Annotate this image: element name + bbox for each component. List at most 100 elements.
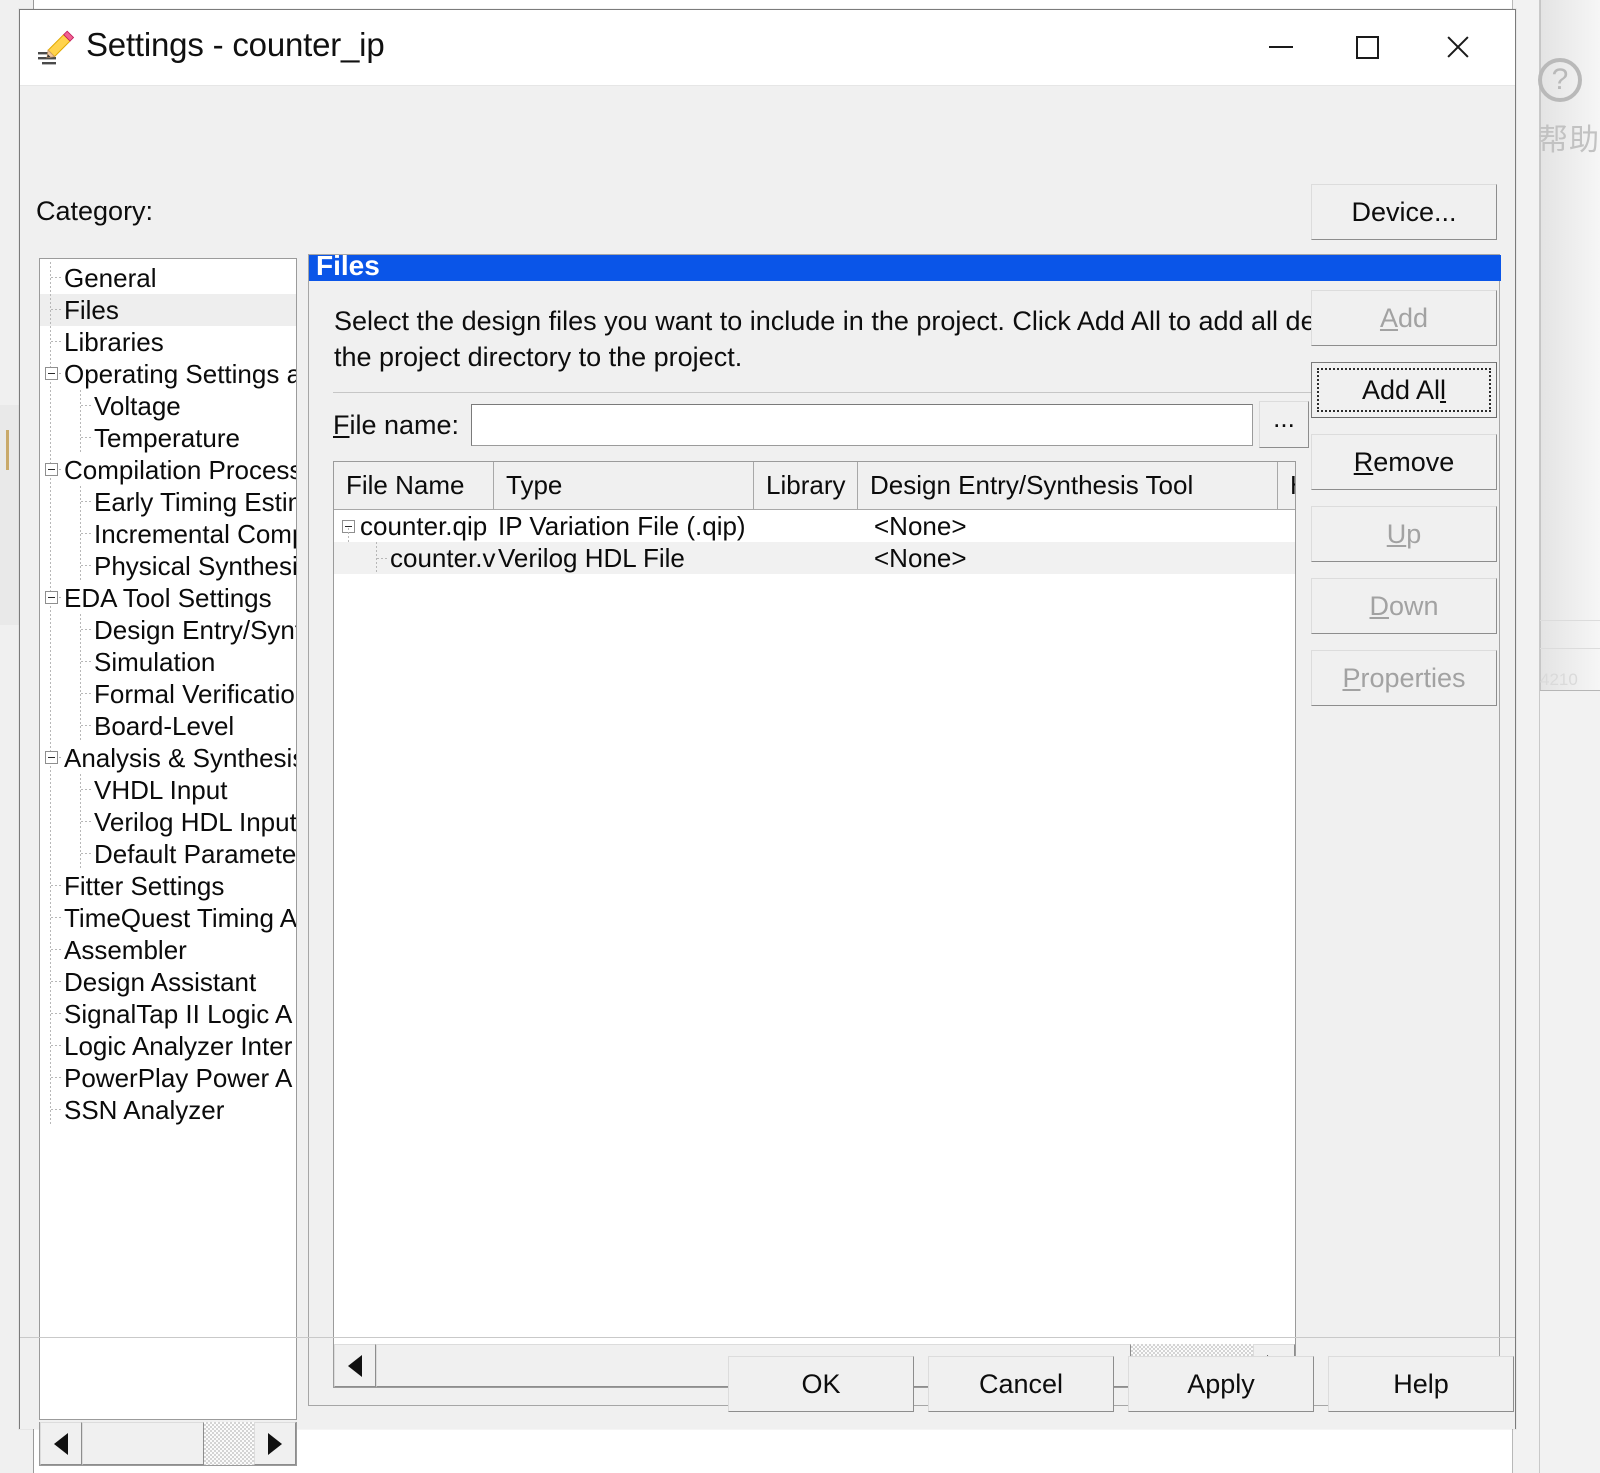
tree-item-formal-verification[interactable]: Formal Verification <box>40 678 296 710</box>
tree-item-ssn-analyzer[interactable]: SSN Analyzer <box>40 1094 296 1126</box>
down-button-label: Down <box>1369 590 1439 621</box>
cancel-button[interactable]: Cancel <box>928 1356 1114 1412</box>
add-all-button[interactable]: Add All <box>1311 362 1497 418</box>
tree-item-general[interactable]: General <box>40 262 296 294</box>
ok-button[interactable]: OK <box>728 1356 914 1412</box>
tree-guide-line <box>50 998 51 1030</box>
tree-collapse-icon[interactable] <box>45 751 58 764</box>
tree-item-physical-synthesis[interactable]: Physical Synthesis <box>40 550 296 582</box>
properties-button[interactable]: Properties <box>1311 650 1497 706</box>
tree-guide-line <box>50 390 51 422</box>
cell-design-entry-tool: <None> <box>874 543 967 573</box>
maximize-button[interactable] <box>1329 10 1405 84</box>
triangle-left-icon <box>54 1432 68 1455</box>
tree-item-default-parameter[interactable]: Default Parameter <box>40 838 297 870</box>
tree-item-temperature[interactable]: Temperature <box>40 422 296 454</box>
tree-item-eda-tool-settings[interactable]: EDA Tool Settings <box>40 582 296 614</box>
tree-elbow-line <box>51 981 61 982</box>
down-button[interactable]: Down <box>1311 578 1497 634</box>
file-name-input[interactable] <box>471 404 1253 446</box>
tree-item-simulation[interactable]: Simulation <box>40 646 296 678</box>
tree-elbow-line <box>51 1013 61 1014</box>
tree-elbow-line <box>81 853 91 854</box>
tree-item-vhdl-input[interactable]: VHDL Input <box>40 774 296 806</box>
tree-item-label: Assembler <box>64 935 187 965</box>
tree-guide-line <box>50 902 51 934</box>
column-header-design-entry-synthesis-tool[interactable]: Design Entry/Synthesis Tool <box>858 462 1278 509</box>
tree-item-label: SSN Analyzer <box>64 1095 225 1125</box>
tree-item-operating-settings-a[interactable]: Operating Settings a <box>40 358 296 390</box>
add-button[interactable]: Add <box>1311 290 1497 346</box>
device-button-label: Device... <box>1351 196 1457 227</box>
tree-guide-line <box>50 806 51 838</box>
tree-guide-line <box>50 1094 51 1126</box>
tree-guide-line <box>50 614 51 646</box>
tree-item-libraries[interactable]: Libraries <box>40 326 296 358</box>
apply-button[interactable]: Apply <box>1128 1356 1314 1412</box>
tree-item-verilog-hdl-input[interactable]: Verilog HDL Input <box>40 806 296 838</box>
scroll-thumb[interactable] <box>82 1422 204 1465</box>
minimize-button[interactable] <box>1243 10 1319 84</box>
device-button[interactable]: Device... <box>1311 184 1497 240</box>
tree-item-logic-analyzer-inter[interactable]: Logic Analyzer Inter <box>40 1030 296 1062</box>
scroll-left-button[interactable] <box>334 1344 376 1387</box>
tree-item-timequest-timing-a[interactable]: TimeQuest Timing A <box>40 902 296 934</box>
help-button[interactable]: Help <box>1328 1356 1514 1412</box>
dialog-body: Category: Device... General Files Librarie… <box>20 86 1515 1466</box>
column-header-library[interactable]: Library <box>754 462 858 509</box>
background-divider <box>1540 620 1600 621</box>
tree-item-design-assistant[interactable]: Design Assistant <box>40 966 296 998</box>
tree-item-early-timing-estim[interactable]: Early Timing Estim <box>40 486 296 518</box>
file-list-table[interactable]: File Name Type Library Design Entry/Synthes… <box>333 461 1296 1345</box>
tree-item-voltage[interactable]: Voltage <box>40 390 296 422</box>
help-button-label: Help <box>1393 1368 1449 1399</box>
tree-elbow-line <box>81 405 91 406</box>
background-help-label: 帮助 <box>1538 123 1600 158</box>
tree-elbow-line <box>51 949 61 950</box>
category-tree-list: General Files Libraries Operating Settings … <box>40 259 297 1126</box>
tree-elbow-line <box>81 533 91 534</box>
column-header-file-name[interactable]: File Name <box>334 462 494 509</box>
browse-button[interactable]: ... <box>1259 401 1309 448</box>
tree-collapse-icon[interactable] <box>45 463 58 476</box>
tree-item-incremental-comp[interactable]: Incremental Comp <box>40 518 296 550</box>
close-button[interactable] <box>1419 10 1495 84</box>
tree-guide-line <box>80 806 81 838</box>
tree-item-board-level[interactable]: Board-Level <box>40 710 296 742</box>
column-header-type[interactable]: Type <box>494 462 754 509</box>
remove-button[interactable]: Remove <box>1311 434 1497 490</box>
file-list-body: counter.qip IP Variation File (.qip) <None… <box>334 510 1295 574</box>
table-row[interactable]: counter.v Verilog HDL File <None> <box>334 542 1295 574</box>
remove-button-label: Remove <box>1353 446 1455 477</box>
tree-item-powerplay-power-a[interactable]: PowerPlay Power A <box>40 1062 296 1094</box>
tree-item-label: Board-Level <box>94 711 235 741</box>
tree-item-files[interactable]: Files <box>40 294 296 326</box>
tree-guide-line <box>50 966 51 998</box>
tree-item-compilation-process[interactable]: Compilation Process <box>40 454 296 486</box>
scroll-track[interactable] <box>204 1422 254 1465</box>
pane-header-bar: Files <box>309 250 1501 281</box>
tree-guide-line <box>80 486 81 518</box>
tree-item-label: Default Parameter <box>94 839 297 869</box>
category-tree-hscrollbar[interactable] <box>39 1422 297 1466</box>
tree-collapse-icon[interactable] <box>45 367 58 380</box>
scroll-left-button[interactable] <box>40 1422 82 1465</box>
properties-button-label: Properties <box>1342 662 1466 693</box>
tree-item-design-entry-synt[interactable]: Design Entry/Synt <box>40 614 296 646</box>
table-row[interactable]: counter.qip IP Variation File (.qip) <None… <box>334 510 1295 542</box>
tree-item-fitter-settings[interactable]: Fitter Settings <box>40 870 296 902</box>
scroll-right-button[interactable] <box>254 1422 296 1465</box>
tree-guide-line <box>50 550 51 582</box>
tree-item-signaltap-ii-logic-a[interactable]: SignalTap II Logic A <box>40 998 296 1030</box>
maximize-icon <box>1355 35 1379 59</box>
tree-item-analysis-synthesis[interactable]: Analysis & Synthesis <box>40 742 296 774</box>
tree-elbow-line <box>81 789 91 790</box>
tree-collapse-icon[interactable] <box>45 591 58 604</box>
cancel-button-label: Cancel <box>978 1368 1064 1399</box>
file-name-label: File name: <box>333 410 460 440</box>
tree-item-label: Temperature <box>94 423 240 453</box>
column-header-hi[interactable]: HI <box>1278 462 1295 509</box>
category-tree[interactable]: General Files Libraries Operating Settings … <box>39 258 297 1420</box>
tree-item-assembler[interactable]: Assembler <box>40 934 296 966</box>
up-button[interactable]: Up <box>1311 506 1497 562</box>
